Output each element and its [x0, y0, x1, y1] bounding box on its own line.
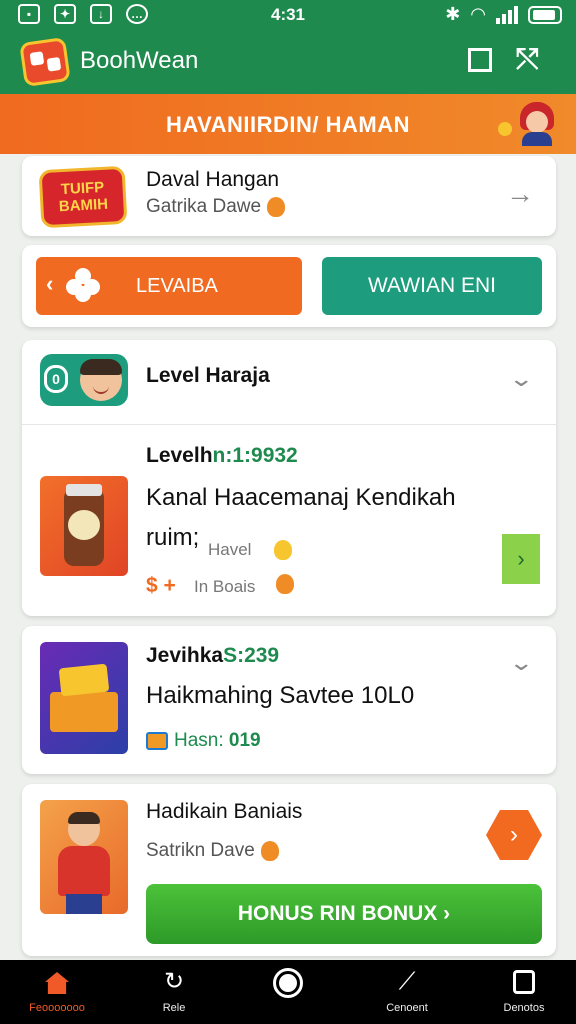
nav-rele[interactable]: ↻ Rele	[124, 968, 224, 1014]
treasure-chest-image	[40, 642, 128, 754]
bottom-nav: Feooooooo ↻ Rele ⟋ Cenoent Denotos	[0, 960, 576, 1024]
profile-title: Daval Hangan	[146, 168, 280, 191]
level-header-title: Level Haraja	[146, 364, 270, 387]
profile-subtitle: Gatrika Dawe	[146, 196, 262, 217]
item-code: Levelhn:1:9932	[146, 444, 298, 467]
chevron-down-icon[interactable]: ⌄	[508, 650, 534, 676]
item-price: $ +	[146, 574, 176, 597]
level-button[interactable]: ‹ LEVAIBA	[36, 257, 302, 315]
person-image	[40, 800, 128, 914]
emblem-badge: TUIFP BAMIH	[38, 165, 128, 229]
coin-icon	[274, 540, 292, 560]
bonus-subtitle: Satrikn Dave	[146, 840, 255, 861]
coin-bag-icon	[276, 574, 294, 594]
record-icon	[273, 968, 303, 998]
signal-icon	[496, 5, 518, 24]
profile-card[interactable]: TUIFP BAMIH Daval Hangan Gatrika Dawe →	[22, 156, 556, 236]
status-bar: ▪ ✦ ↓ … 4:31 ✱ ◠	[0, 0, 576, 30]
coin-icon	[498, 122, 512, 136]
chest-card[interactable]: JevihkaS:239 ⌄ Haikmahing Savtee 10L0 Ha…	[22, 626, 556, 774]
home-icon	[45, 972, 69, 994]
chevron-left-icon: ‹	[46, 271, 54, 296]
profile-subtitle-row: Gatrika Dawe	[146, 196, 286, 218]
chevron-down-icon[interactable]: ⌄	[508, 366, 534, 392]
share-icon[interactable]: ⤲	[516, 44, 538, 74]
nav-cenoent[interactable]: ⟋ Cenoent	[357, 968, 457, 1014]
app-bar: BoohWean ⤲	[0, 30, 576, 94]
chest-code: JevihkaS:239	[146, 644, 280, 667]
zero-badge-icon: 0	[44, 365, 68, 393]
status-right-icons: ✱ ◠	[445, 4, 562, 25]
level-card: 0 Level Haraja ⌄ Levelhn:1:9932 Kanal Ha…	[22, 340, 556, 616]
level-button-label: LEVAIBA	[136, 275, 218, 297]
wifi-icon: ◠	[470, 4, 486, 24]
reward-button[interactable]: WAWIAN ENI	[322, 257, 542, 315]
item-title: Kanal Haacemanaj Kendikah	[146, 484, 456, 511]
man-avatar	[80, 359, 122, 401]
item-price-note: In Boais	[194, 577, 256, 596]
actions-card: ‹ LEVAIBA WAWIAN ENI	[22, 245, 556, 327]
bonus-title: Hadikain Baniais	[146, 800, 303, 823]
app-logo[interactable]	[19, 37, 71, 87]
banner-title: HAVANIIRDIN/ HAMAN	[165, 112, 411, 137]
bonus-card: Hadikain Baniais Satrikn Dave › HONUS RI…	[22, 784, 556, 956]
chevron-right-icon[interactable]: →	[506, 178, 534, 210]
refresh-icon: ↻	[163, 968, 185, 995]
nav-home[interactable]: Feooooooo	[7, 968, 107, 1014]
app-title: BoohWean	[80, 47, 199, 74]
divider	[22, 424, 556, 425]
chest-title: Haikmahing Savtee 10L0	[146, 682, 415, 709]
coin-bag-icon	[260, 840, 279, 861]
battery-icon	[528, 5, 562, 24]
jar-image	[40, 476, 128, 576]
item-sub-prefix: ruim;	[146, 524, 200, 551]
coin-bag-icon	[267, 196, 286, 217]
chest-icon	[146, 731, 168, 750]
square-icon[interactable]	[468, 48, 492, 72]
bonus-subtitle-row: Satrikn Dave	[146, 840, 279, 862]
user-avatar[interactable]	[518, 102, 556, 146]
nav-denotos[interactable]: Denotos	[474, 968, 574, 1014]
bonus-button[interactable]: HONUS RIN BONUX ›	[146, 884, 542, 944]
chest-sub-row: Hasn: 019	[146, 730, 261, 752]
bluetooth-icon: ✱	[445, 4, 461, 24]
promo-banner[interactable]: HAVANIIRDIN/ HAMAN	[0, 94, 576, 154]
item-sub-small: Havel	[208, 540, 252, 559]
chart-icon: ⟋	[398, 968, 416, 995]
bag-icon	[513, 970, 535, 994]
clover-icon	[66, 268, 100, 302]
nav-record[interactable]	[238, 968, 338, 1004]
play-hex-button[interactable]: ›	[486, 810, 542, 860]
item-go-button[interactable]: ›	[502, 534, 540, 584]
profile-badge: 0	[40, 354, 128, 406]
